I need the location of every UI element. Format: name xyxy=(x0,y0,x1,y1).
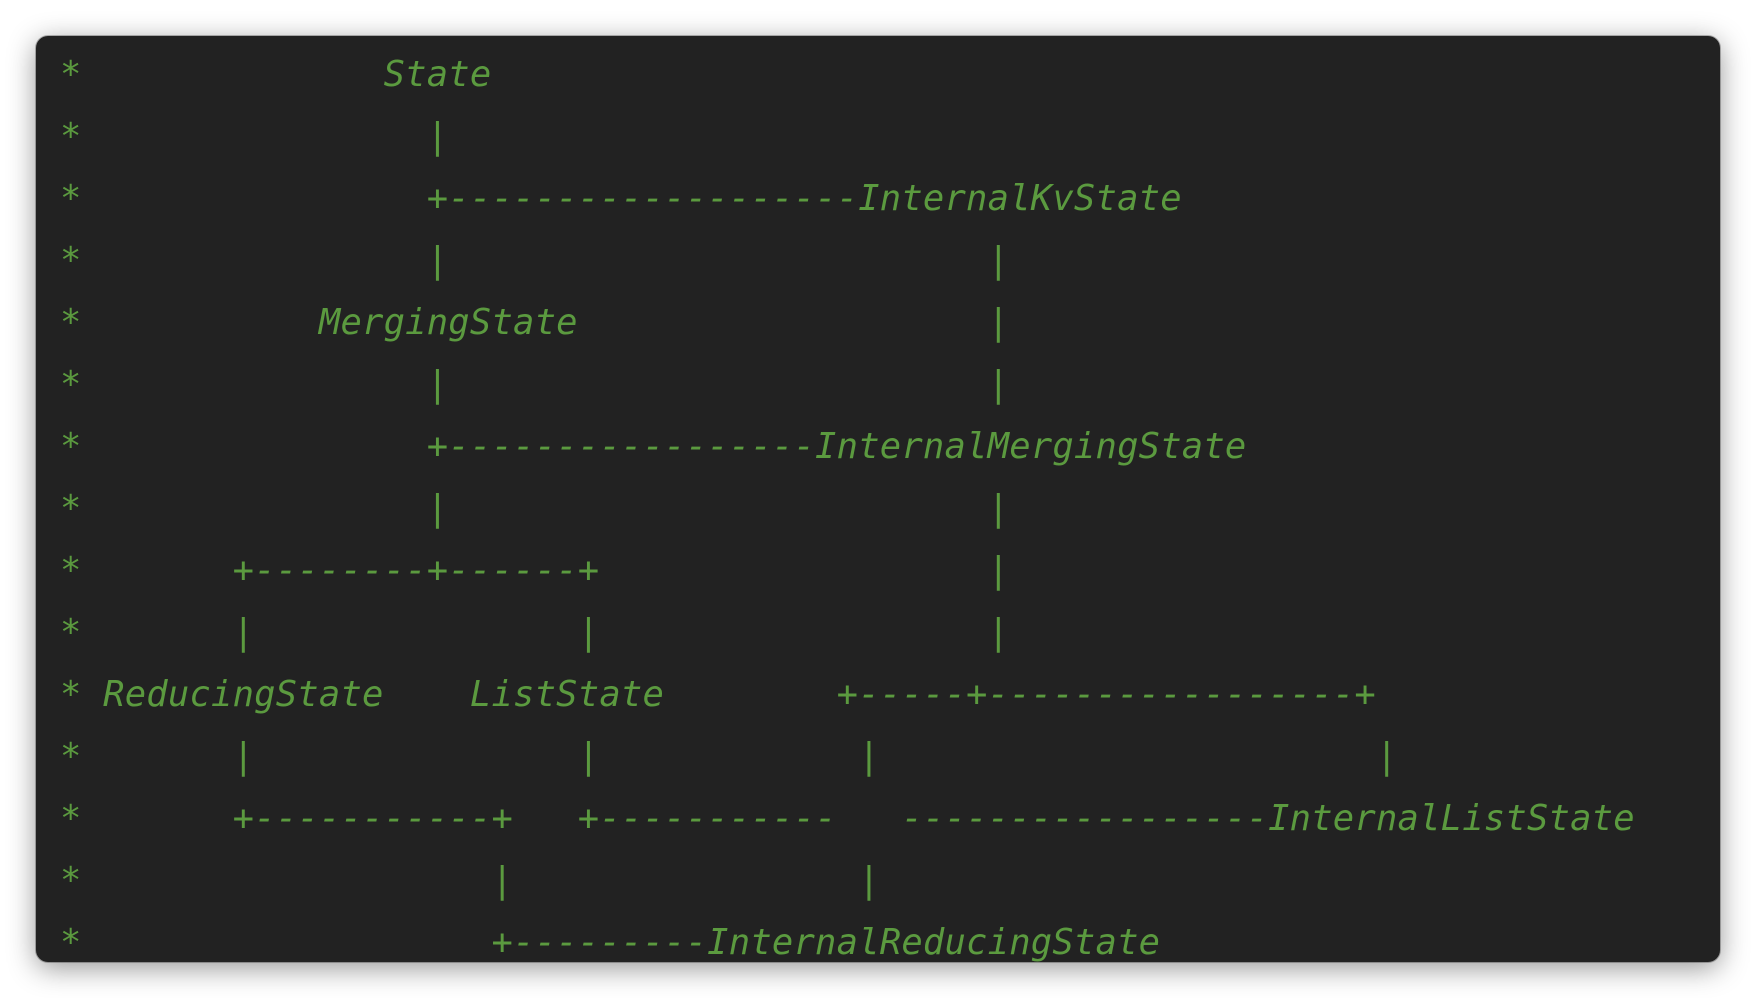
code-line: * ReducingState ListState +-----+-------… xyxy=(60,674,1376,715)
code-comment-block: * State * | * +-------------------Intern… xyxy=(60,44,1696,962)
code-line: * | | xyxy=(60,240,1010,281)
code-line: * +--------+------+ | xyxy=(60,550,1010,591)
code-line: * | | | xyxy=(60,612,1010,653)
code-editor-window: * State * | * +-------------------Intern… xyxy=(36,36,1720,962)
code-line: * | | | | xyxy=(60,736,1398,777)
code-line: * MergingState | xyxy=(60,302,1010,343)
code-line: * | | xyxy=(60,860,880,901)
code-line: * +-----------------InternalMergingState xyxy=(60,426,1247,467)
code-line: * +-----------+ +----------- -----------… xyxy=(60,798,1635,839)
code-line: * +---------InternalReducingState xyxy=(60,922,1161,962)
code-line: * | xyxy=(60,116,449,157)
code-line: * +-------------------InternalKvState xyxy=(60,178,1182,219)
code-line: * | | xyxy=(60,488,1010,529)
code-line: * | | xyxy=(60,364,1010,405)
code-line: * State xyxy=(60,54,492,95)
